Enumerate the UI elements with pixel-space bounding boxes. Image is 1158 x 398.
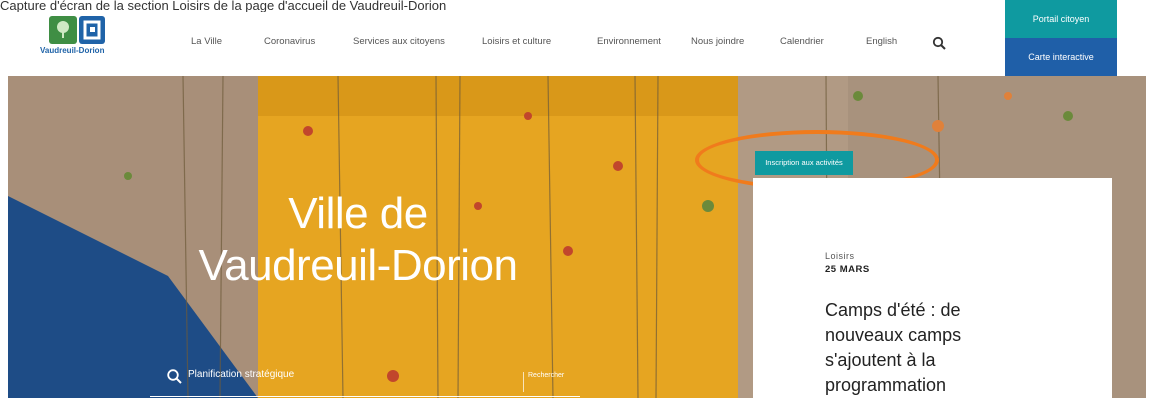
search-input[interactable]: Planification stratégique — [188, 369, 294, 380]
site-logo[interactable]: Vaudreuil-Dorion — [40, 16, 112, 62]
nav-item-calendrier[interactable]: Calendrier — [780, 36, 824, 47]
nav-item-services[interactable]: Services aux citoyens — [353, 36, 445, 47]
nav-item-loisirs[interactable]: Loisirs et culture — [482, 36, 551, 47]
nav-item-coronavirus[interactable]: Coronavirus — [264, 36, 315, 47]
tree-logo-icon — [49, 16, 77, 44]
news-headline[interactable]: Camps d'été : de nouveaux camps s'ajoute… — [825, 298, 1025, 398]
news-date: 25 MARS — [825, 264, 870, 275]
hero-search[interactable]: Planification stratégique Rechercher — [150, 366, 580, 397]
inscription-tag[interactable]: Inscription aux activités — [755, 151, 853, 175]
magnifier-icon — [166, 368, 182, 389]
site-header: Vaudreuil-Dorion La Ville Coronavirus Se… — [0, 12, 1158, 62]
search-button[interactable]: Rechercher — [523, 372, 564, 392]
nav-item-nous-joindre[interactable]: Nous joindre — [691, 36, 744, 47]
search-icon[interactable] — [932, 36, 946, 50]
vd-logo-icon — [79, 16, 105, 44]
nav-item-environnement[interactable]: Environnement — [597, 36, 661, 47]
hero-title: Ville de Vaudreuil-Dorion — [193, 188, 523, 292]
logo-text: Vaudreuil-Dorion — [40, 46, 105, 55]
hero-title-line2: Vaudreuil-Dorion — [198, 241, 518, 290]
page-caption: Capture d'écran de la section Loisirs de… — [0, 0, 447, 12]
portail-citoyen-button[interactable]: Portail citoyen — [1005, 0, 1117, 38]
carte-interactive-button[interactable]: Carte interactive — [1005, 38, 1117, 76]
nav-item-la-ville[interactable]: La Ville — [191, 36, 222, 47]
news-card[interactable]: Loisirs 25 MARS Camps d'été : de nouveau… — [753, 178, 1112, 398]
nav-item-english[interactable]: English — [866, 36, 897, 47]
news-category: Loisirs — [825, 251, 855, 261]
hero-title-line1: Ville de — [288, 189, 428, 238]
